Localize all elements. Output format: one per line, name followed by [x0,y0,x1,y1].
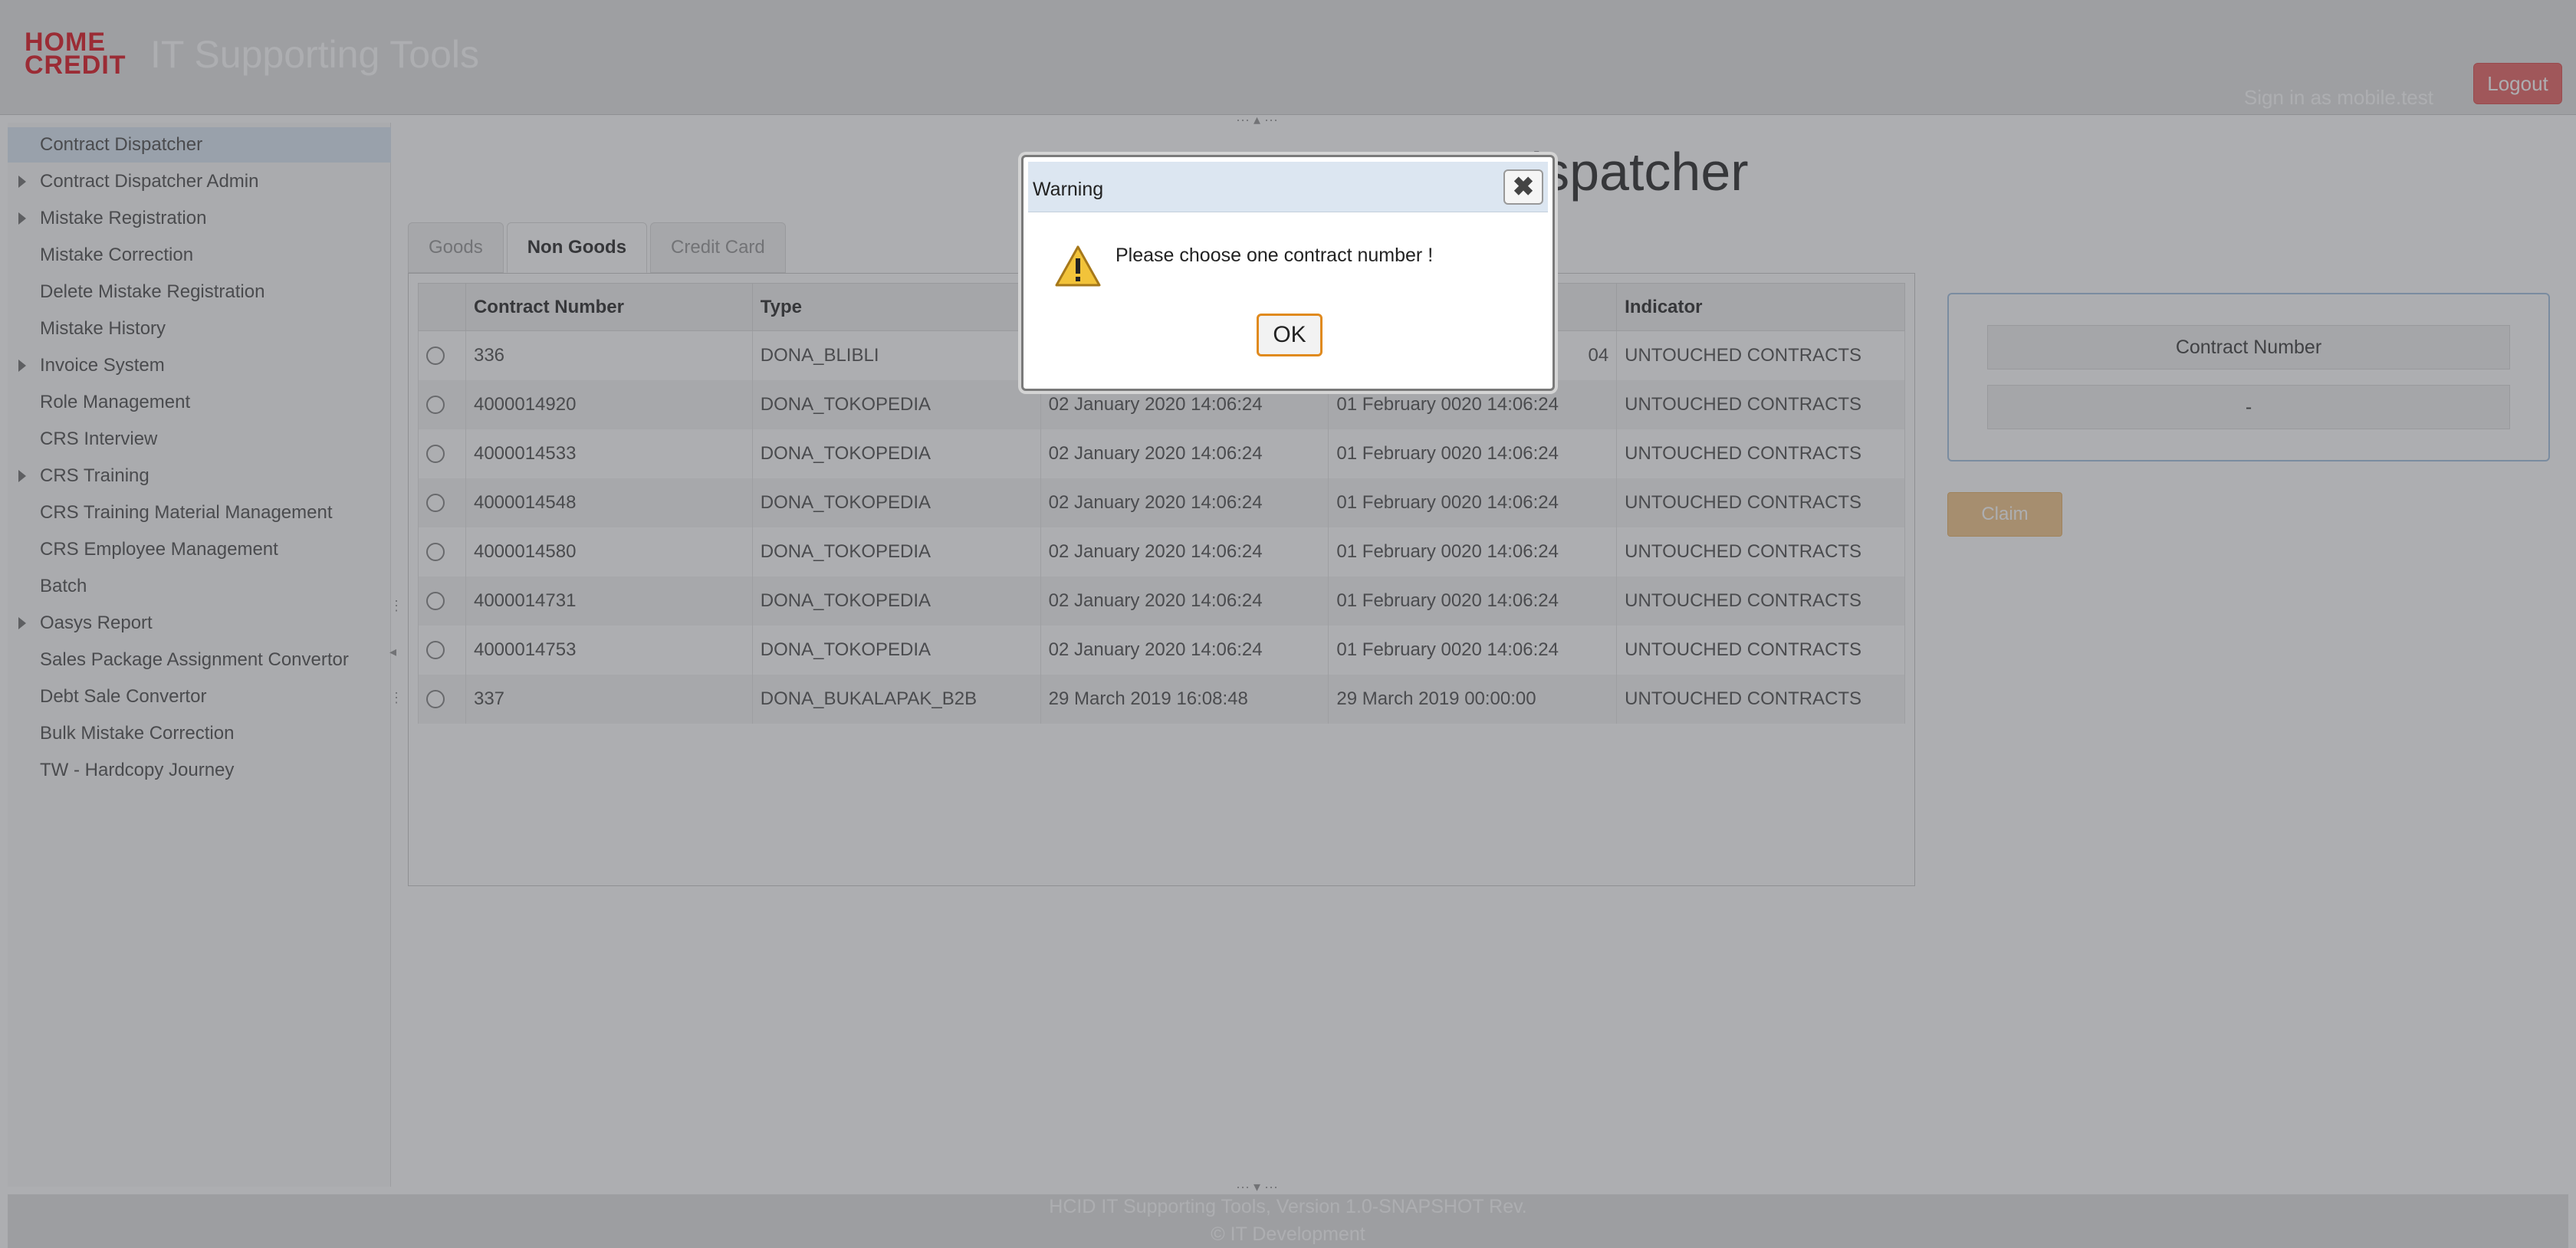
dialog-header: Warning ✖ [1028,162,1548,212]
dialog-message: Please choose one contract number ! [1116,245,1434,266]
dialog-title: Warning [1033,179,1104,200]
close-icon[interactable]: ✖ [1503,169,1543,205]
warning-dialog: Warning ✖ Please choose one contract num… [1021,155,1555,391]
ok-button[interactable]: OK [1257,314,1322,356]
warning-icon [1055,245,1101,287]
